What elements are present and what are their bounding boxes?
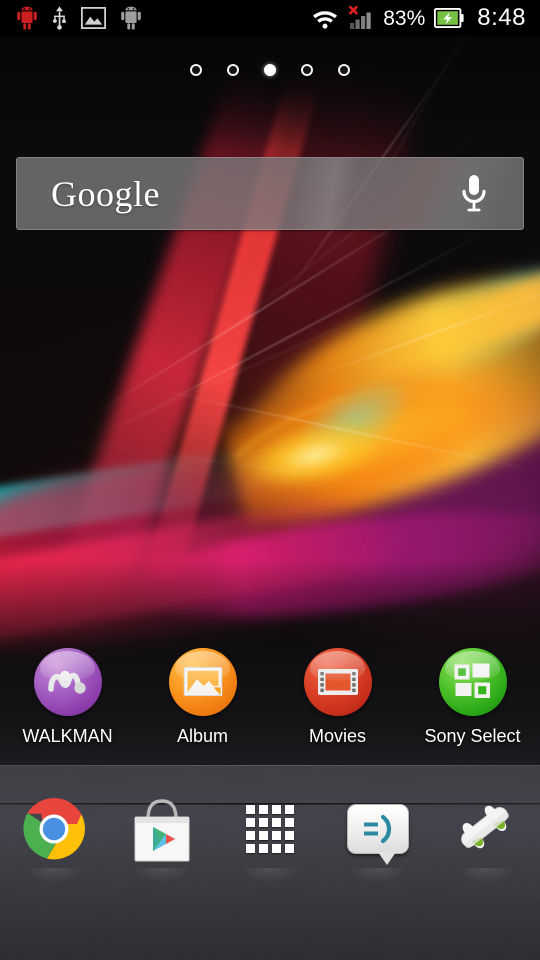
android-debug-icon	[17, 6, 37, 30]
app-sony-select[interactable]: Sony Select	[405, 648, 540, 745]
app-album[interactable]: Album	[135, 648, 270, 745]
android-system-icon	[121, 6, 141, 30]
google-logo-text: Google	[51, 173, 160, 214]
home-app-row: WALKMAN Album Movies Sony Select	[0, 648, 540, 745]
dock-item-chrome[interactable]	[0, 774, 108, 884]
walkman-icon[interactable]	[33, 648, 102, 716]
home-page-indicator	[0, 64, 540, 76]
app-walkman[interactable]: WALKMAN	[0, 648, 135, 745]
app-drawer-icon[interactable]	[246, 805, 294, 853]
app-label-movies: Movies	[308, 726, 366, 746]
phone-icon[interactable]	[451, 796, 521, 862]
voice-search-button[interactable]	[457, 172, 491, 216]
app-label-sony-select: Sony Select	[424, 726, 521, 746]
microphone-icon	[462, 174, 486, 211]
app-label-album: Album	[176, 726, 229, 746]
dock-row	[0, 769, 540, 889]
home-screen: 83% 8:48 Google WALKMAN Album Movies Son…	[0, 0, 540, 960]
cell-signal-icon	[349, 6, 371, 29]
page-dot-5[interactable]	[338, 64, 350, 76]
battery-percent-label: 83%	[383, 6, 426, 30]
messaging-icon[interactable]	[347, 804, 409, 865]
screenshot-image-icon	[81, 7, 106, 29]
dock-item-phone[interactable]	[432, 774, 540, 884]
movies-icon[interactable]	[303, 648, 372, 716]
battery-charging-icon	[434, 8, 464, 28]
page-dot-4[interactable]	[301, 64, 313, 76]
status-bar-notification-icons	[8, 6, 142, 30]
chrome-icon[interactable]	[21, 796, 87, 862]
status-bar-system-icons: 83% 8:48	[311, 6, 532, 30]
google-search-widget[interactable]: Google	[16, 157, 524, 230]
page-dot-3-active[interactable]	[264, 64, 276, 76]
dock-item-app-drawer[interactable]	[216, 774, 324, 884]
app-label-walkman: WALKMAN	[22, 726, 113, 746]
album-icon[interactable]	[168, 648, 237, 716]
dock-item-messaging[interactable]	[324, 774, 432, 884]
dock-item-play-store[interactable]	[108, 774, 216, 884]
page-dot-2[interactable]	[227, 64, 239, 76]
wifi-icon	[313, 11, 338, 29]
status-bar[interactable]: 83% 8:48	[0, 0, 540, 36]
dock	[0, 765, 540, 960]
play-store-icon[interactable]	[129, 793, 195, 865]
sony-select-icon[interactable]	[438, 648, 507, 716]
page-dot-1[interactable]	[190, 64, 202, 76]
app-movies[interactable]: Movies	[270, 648, 405, 745]
status-bar-clock: 8:48	[477, 4, 526, 31]
usb-icon	[53, 6, 66, 30]
